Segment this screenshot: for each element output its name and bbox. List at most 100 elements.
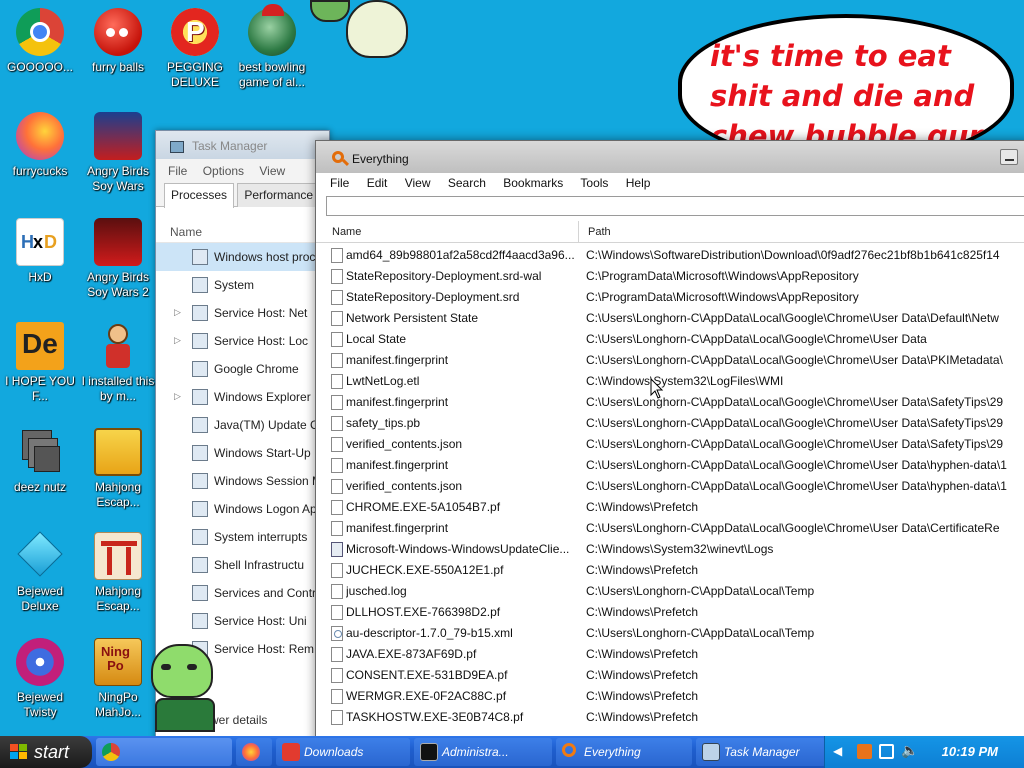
result-row[interactable]: Local State C:\Users\Longhorn-C\AppData\L… xyxy=(316,329,1024,350)
file-path: C:\Windows\System32\winevt\Logs xyxy=(586,542,774,556)
everything-window[interactable]: Everything File Edit View Search Bookmar… xyxy=(315,140,1024,752)
column-header-name[interactable]: Name xyxy=(332,226,361,238)
result-row[interactable]: manifest.fingerprint C:\Users\Longhorn-C\… xyxy=(316,455,1024,476)
start-button[interactable]: start xyxy=(0,736,92,768)
desktop-icon-installed[interactable]: I installed this by m... xyxy=(78,322,158,404)
process-row[interactable]: Windows Logon Ap xyxy=(156,495,329,523)
desktop-icon-bejeweled-deluxe[interactable]: Bejewed Deluxe xyxy=(0,531,80,614)
character-icon xyxy=(94,322,142,370)
minimize-button[interactable] xyxy=(1000,149,1018,165)
desktop-icon-furrycucks[interactable]: furrycucks xyxy=(0,112,80,179)
menu-search[interactable]: Search xyxy=(448,176,486,190)
result-row[interactable]: safety_tips.pb C:\Users\Longhorn-C\AppDat… xyxy=(316,413,1024,434)
clock[interactable]: 10:19 PM xyxy=(942,744,998,759)
result-row[interactable]: LwtNetLog.etl C:\Windows\System32\LogFile… xyxy=(316,371,1024,392)
file-icon xyxy=(331,710,343,725)
tm-menu-options[interactable]: Options xyxy=(203,164,244,178)
tm-menu-file[interactable]: File xyxy=(168,164,187,178)
process-row[interactable]: Services and Contr xyxy=(156,579,329,607)
angry-birds-icon xyxy=(94,112,142,160)
result-row[interactable]: StateRepository-Deployment.srd C:\Program… xyxy=(316,287,1024,308)
desktop-icon-bejeweled-twisty[interactable]: Bejewed Twisty xyxy=(0,638,80,720)
result-row[interactable]: CHROME.EXE-5A1054B7.pf C:\Windows\Prefetc… xyxy=(316,497,1024,518)
column-header-path[interactable]: Path xyxy=(588,226,611,238)
desktop-icon-furry-balls[interactable]: furry balls xyxy=(78,8,158,75)
expand-caret-icon[interactable]: ▷ xyxy=(174,335,181,346)
result-row[interactable]: manifest.fingerprint C:\Users\Longhorn-C\… xyxy=(316,350,1024,371)
process-icon xyxy=(192,389,208,405)
result-row[interactable]: StateRepository-Deployment.srd-wal C:\Pro… xyxy=(316,266,1024,287)
result-row[interactable]: jusched.log C:\Users\Longhorn-C\AppData\L… xyxy=(316,581,1024,602)
expand-caret-icon[interactable]: ▷ xyxy=(174,307,181,318)
result-row[interactable]: manifest.fingerprint C:\Users\Longhorn-C\… xyxy=(316,518,1024,539)
process-row[interactable]: Google Chrome xyxy=(156,355,329,383)
desktop-icon-hxd[interactable]: H x D HxD xyxy=(0,218,80,285)
taskbar-item-firefox[interactable] xyxy=(236,738,272,766)
result-row[interactable]: JUCHECK.EXE-550A12E1.pf C:\Windows\Prefet… xyxy=(316,560,1024,581)
task-manager-titlebar[interactable]: Task Manager xyxy=(156,131,329,159)
angry-birds-2-icon xyxy=(94,218,142,266)
result-row[interactable]: amd64_89b98801af2a58cd2ff4aacd3a96... C:\… xyxy=(316,245,1024,266)
menu-help[interactable]: Help xyxy=(626,176,651,190)
tray-expand-icon[interactable]: ◀ xyxy=(833,744,848,759)
tab-processes[interactable]: Processes xyxy=(164,183,235,208)
process-row[interactable]: Windows Start-Up xyxy=(156,439,329,467)
taskbar-item-chrome[interactable] xyxy=(96,738,232,766)
desktop-icon-chrome[interactable]: GOOOOO... xyxy=(0,8,80,75)
process-row[interactable]: Windows host proc xyxy=(156,243,329,271)
java-tray-icon[interactable] xyxy=(857,744,872,759)
taskbar: start Downloads Administra... Everything… xyxy=(0,736,1024,768)
everything-title: Everything xyxy=(352,152,409,166)
result-row[interactable]: verified_contents.json C:\Users\Longhorn-… xyxy=(316,434,1024,455)
result-row[interactable]: Microsoft-Windows-WindowsUpdateClie... C:… xyxy=(316,539,1024,560)
menu-tools[interactable]: Tools xyxy=(580,176,608,190)
process-row[interactable]: ▷ Service Host: Net xyxy=(156,299,329,327)
desktop-icon-pegging[interactable]: P PEGGING DELUXE xyxy=(155,8,235,90)
process-row[interactable]: Shell Infrastructu xyxy=(156,551,329,579)
expand-caret-icon[interactable]: ▷ xyxy=(174,391,181,402)
menu-view[interactable]: View xyxy=(405,176,431,190)
desktop-icon-i-hope[interactable]: De I HOPE YOU F... xyxy=(0,322,80,404)
process-row[interactable]: Service Host: Uni xyxy=(156,607,329,635)
column-header-name[interactable]: Name xyxy=(156,207,329,243)
desktop-icon-bowling[interactable]: best bowling game of al... xyxy=(232,4,312,90)
tab-performance[interactable]: Performance xyxy=(237,183,321,207)
taskbar-item-task-manager[interactable]: Task Manager xyxy=(696,738,826,766)
process-row[interactable]: ▷ Service Host: Loc xyxy=(156,327,329,355)
result-row[interactable]: DLLHOST.EXE-766398D2.pf C:\Windows\Prefet… xyxy=(316,602,1024,623)
result-row[interactable]: manifest.fingerprint C:\Users\Longhorn-C\… xyxy=(316,392,1024,413)
column-divider[interactable] xyxy=(578,221,579,243)
volume-icon[interactable]: 🔈 xyxy=(901,742,918,758)
everything-titlebar[interactable]: Everything xyxy=(316,141,1024,173)
process-row[interactable]: System xyxy=(156,271,329,299)
file-name: Microsoft-Windows-WindowsUpdateClie... xyxy=(346,542,570,556)
taskbar-item-downloads[interactable]: Downloads xyxy=(276,738,410,766)
magnifier-icon xyxy=(332,151,344,163)
desktop-icon-angry-birds[interactable]: Angry Birds Soy Wars xyxy=(78,112,158,194)
result-row[interactable]: CONSENT.EXE-531BD9EA.pf C:\Windows\Prefet… xyxy=(316,665,1024,686)
result-row[interactable]: Network Persistent State C:\Users\Longhor… xyxy=(316,308,1024,329)
desktop-icon-mahjong-2[interactable]: Mahjong Escap... xyxy=(78,532,158,614)
result-row[interactable]: au-descriptor-1.7.0_79-b15.xml C:\Users\L… xyxy=(316,623,1024,644)
result-row[interactable]: verified_contents.json C:\Users\Longhorn-… xyxy=(316,476,1024,497)
desktop-icon-mahjong[interactable]: Mahjong Escap... xyxy=(78,428,158,510)
taskbar-item-administrator[interactable]: Administra... xyxy=(414,738,552,766)
result-row[interactable]: TASKHOSTW.EXE-3E0B74C8.pf C:\Windows\Pref… xyxy=(316,707,1024,728)
file-icon xyxy=(331,479,343,494)
process-row[interactable]: Windows Session M xyxy=(156,467,329,495)
menu-bookmarks[interactable]: Bookmarks xyxy=(503,176,563,190)
taskbar-item-everything[interactable]: Everything xyxy=(556,738,692,766)
search-input[interactable] xyxy=(326,196,1024,216)
desktop-icon-angry-birds-2[interactable]: Angry Birds Soy Wars 2 xyxy=(78,218,158,300)
tm-menu-view[interactable]: View xyxy=(259,164,285,178)
menu-edit[interactable]: Edit xyxy=(367,176,388,190)
network-icon[interactable] xyxy=(879,744,894,759)
process-name: System interrupts xyxy=(214,530,308,544)
result-row[interactable]: WERMGR.EXE-0F2AC88C.pf C:\Windows\Prefetc… xyxy=(316,686,1024,707)
desktop-icon-deez-nutz[interactable]: deez nutz xyxy=(0,428,80,495)
process-row[interactable]: System interrupts xyxy=(156,523,329,551)
menu-file[interactable]: File xyxy=(330,176,349,190)
result-row[interactable]: JAVA.EXE-873AF69D.pf C:\Windows\Prefetch xyxy=(316,644,1024,665)
process-row[interactable]: ▷ Windows Explorer xyxy=(156,383,329,411)
process-row[interactable]: Java(TM) Update C xyxy=(156,411,329,439)
